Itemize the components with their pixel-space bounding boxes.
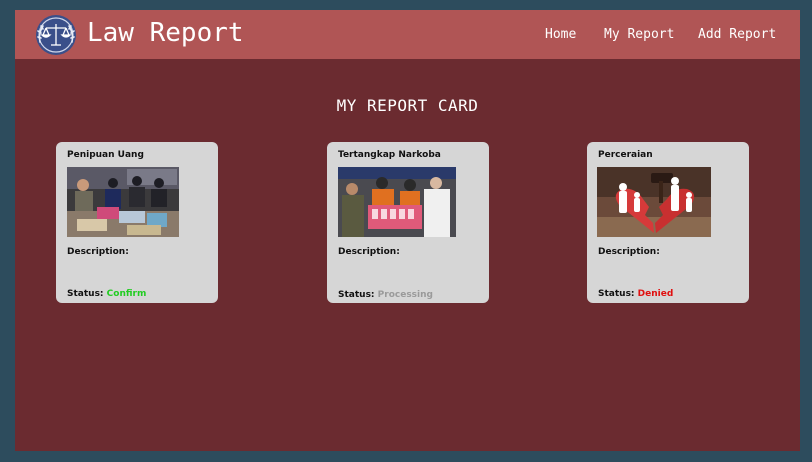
description-label: Description:: [598, 247, 660, 257]
brand-title[interactable]: Law Report: [87, 16, 244, 50]
report-card[interactable]: Penipuan Uang Description: Status: Confi…: [56, 142, 218, 303]
navbar: Law Report Home My Report Add Report: [15, 10, 800, 59]
status-label: Status:: [67, 289, 104, 299]
status-badge: Processing: [377, 290, 433, 300]
description-label: Description:: [338, 247, 400, 257]
nav-link-add-report[interactable]: Add Report: [698, 27, 776, 43]
status-line: Status: Denied: [598, 288, 673, 300]
app-frame: Law Report Home My Report Add Report MY …: [15, 10, 800, 451]
card-title: Tertangkap Narkoba: [338, 150, 441, 160]
status-label: Status:: [598, 289, 635, 299]
status-label: Status:: [338, 290, 375, 300]
card-title: Penipuan Uang: [67, 150, 144, 160]
report-card[interactable]: Tertangkap Narkoba Description: Status: …: [327, 142, 489, 303]
report-image: [597, 167, 711, 237]
scales-of-justice-logo-icon[interactable]: [32, 14, 80, 56]
report-image: [67, 167, 179, 237]
description-label: Description:: [67, 247, 129, 257]
report-image: [338, 167, 456, 237]
report-card[interactable]: Perceraian Description: Status: Denied: [587, 142, 749, 303]
status-line: Status: Processing: [338, 289, 433, 301]
status-badge: Denied: [637, 289, 674, 299]
status-line: Status: Confirm: [67, 288, 146, 300]
nav-link-my-report[interactable]: My Report: [604, 27, 674, 43]
status-badge: Confirm: [106, 289, 147, 299]
page-title: MY REPORT CARD: [336, 96, 479, 115]
nav-link-home[interactable]: Home: [545, 27, 576, 43]
card-title: Perceraian: [598, 150, 653, 160]
